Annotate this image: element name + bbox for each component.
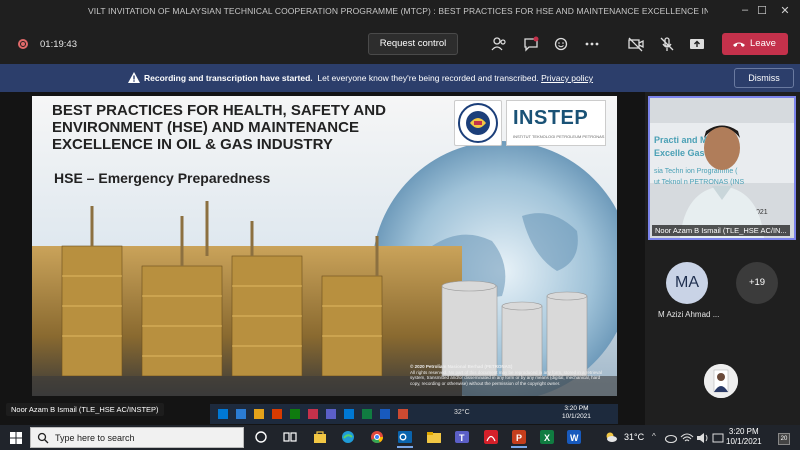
taskbar-search-box[interactable]: Type here to search: [30, 427, 244, 448]
search-placeholder: Type here to search: [55, 433, 135, 443]
mtcp-emblem-icon: [458, 103, 498, 143]
windows-start-icon[interactable]: [10, 432, 22, 444]
chat-icon[interactable]: [522, 35, 540, 53]
svg-text:W: W: [570, 433, 579, 443]
share-screen-icon[interactable]: [688, 35, 706, 53]
recording-banner: Recording and transcription have started…: [0, 64, 800, 92]
copyright-text: All rights reserved. No part of this doc…: [410, 369, 602, 386]
presenter-taskbar-icons: [218, 409, 408, 419]
acrobat-icon[interactable]: [484, 430, 498, 444]
svg-text:X: X: [544, 433, 550, 443]
mic-off-icon[interactable]: [658, 35, 676, 53]
taskbar-time: 3:20 PM: [728, 427, 759, 436]
banner-message: Recording and transcription have started…: [144, 73, 593, 83]
presenter-name-tag: Noor Azam B Ismail (TLE_HSE AC/INSTEP): [6, 403, 164, 416]
teams-icon[interactable]: T: [455, 430, 469, 444]
copyright-title: © 2020 Petroliam Nasional Berhad (PETRON…: [410, 364, 513, 369]
instep-wordmark: INSTEP: [513, 107, 589, 129]
close-window-button[interactable]: ✕: [777, 4, 793, 17]
phone-hangup-icon: [733, 42, 745, 47]
active-app-indicator-2: [511, 446, 527, 448]
slide-title: BEST PRACTICES FOR HEALTH, SAFETY AND EN…: [52, 102, 386, 153]
presenter-taskbar: 32°C 3:20 PM 10/1/2021: [210, 404, 618, 424]
svg-text:P: P: [516, 433, 522, 443]
recording-icon: [18, 39, 28, 49]
instep-subtitle: INSTITUT TEKNOLOGI PETROLEUM PETRONAS: [513, 134, 605, 139]
chrome-icon[interactable]: [370, 430, 384, 444]
store-icon[interactable]: [313, 430, 327, 444]
presenter-video-tile[interactable]: Practi and Mainten Excelle Gas Industr s…: [648, 96, 796, 240]
leave-label: Leave: [750, 38, 776, 49]
task-view-icon[interactable]: [283, 430, 297, 444]
presentation-slide: BEST PRACTICES FOR HEALTH, SAFETY AND EN…: [32, 96, 617, 396]
participant-thumbnail[interactable]: [704, 364, 738, 398]
taskbar-clock[interactable]: 3:20 PM 10/1/2021: [726, 427, 762, 447]
notifications-icon[interactable]: 20: [778, 433, 790, 445]
more-participants-button[interactable]: +19: [736, 262, 778, 304]
presenter-video: Practi and Mainten Excelle Gas Industr s…: [650, 98, 794, 238]
privacy-policy-link[interactable]: Privacy policy: [541, 73, 593, 83]
file-explorer-icon[interactable]: [427, 430, 441, 444]
banner-text: Let everyone know they're being recorded…: [317, 73, 539, 83]
tray-chevron-icon[interactable]: ^: [652, 432, 656, 441]
leave-button[interactable]: Leave: [722, 33, 788, 55]
participant-name-ma: M Azizi Ahmad ...: [658, 310, 720, 319]
powerpoint-icon[interactable]: P: [512, 430, 526, 444]
more-actions-icon[interactable]: [583, 35, 601, 53]
mtcp-logo: [454, 100, 502, 146]
taskbar-date: 10/1/2021: [726, 437, 762, 446]
presenter-video-name: Noor Azam B Ismail (TLE_HSE AC/IN...: [652, 225, 790, 236]
taskbar-temperature[interactable]: 31°C: [624, 432, 644, 442]
svg-text:ut Teknol n PETRONAS: ut Teknol n PETRONAS (INS: [654, 179, 744, 186]
presenter-temp: 32°C: [454, 409, 470, 416]
reactions-icon[interactable]: [553, 35, 571, 53]
camera-off-icon[interactable]: [627, 35, 645, 53]
cortana-icon[interactable]: [254, 430, 268, 444]
presenter-time: 3:20 PM: [564, 405, 589, 412]
word-icon[interactable]: W: [567, 430, 581, 444]
outlook-icon[interactable]: [398, 430, 412, 444]
instep-logo: INSTEP INSTITUT TEKNOLOGI PETROLEUM PETR…: [506, 100, 606, 146]
request-control-button[interactable]: Request control: [368, 33, 458, 55]
participant-avatar-ma[interactable]: MA: [666, 262, 708, 304]
wifi-icon[interactable]: [680, 431, 694, 445]
presenter-date: 10/1/2021: [562, 413, 591, 420]
window-title: VILT INVITATION OF MALAYSIAN TECHNICAL C…: [88, 6, 708, 16]
participants-icon[interactable]: [490, 35, 508, 53]
weather-icon[interactable]: [604, 430, 618, 444]
title-bar: VILT INVITATION OF MALAYSIAN TECHNICAL C…: [0, 0, 800, 24]
edge-icon[interactable]: [341, 430, 355, 444]
search-icon: [37, 432, 49, 444]
minimize-button[interactable]: –: [737, 4, 753, 16]
presenter-clock: 3:20 PM 10/1/2021: [562, 405, 591, 421]
volume-icon[interactable]: [696, 431, 710, 445]
excel-icon[interactable]: X: [540, 430, 554, 444]
dismiss-button[interactable]: Dismiss: [734, 68, 794, 88]
banner-bold-text: Recording and transcription have started…: [144, 73, 313, 83]
maximize-button[interactable]: ☐: [754, 4, 770, 17]
meeting-timer: 01:19:43: [40, 39, 77, 50]
participant-photo: [704, 364, 738, 398]
cloud-icon[interactable]: [664, 431, 678, 445]
svg-text:T: T: [459, 433, 465, 443]
slide-subtitle: HSE – Emergency Preparedness: [54, 170, 271, 186]
copyright-notice: © 2020 Petroliam Nasional Berhad (PETRON…: [410, 364, 610, 386]
active-app-indicator: [397, 446, 413, 448]
language-icon[interactable]: [711, 431, 725, 445]
warning-icon: [128, 72, 140, 83]
